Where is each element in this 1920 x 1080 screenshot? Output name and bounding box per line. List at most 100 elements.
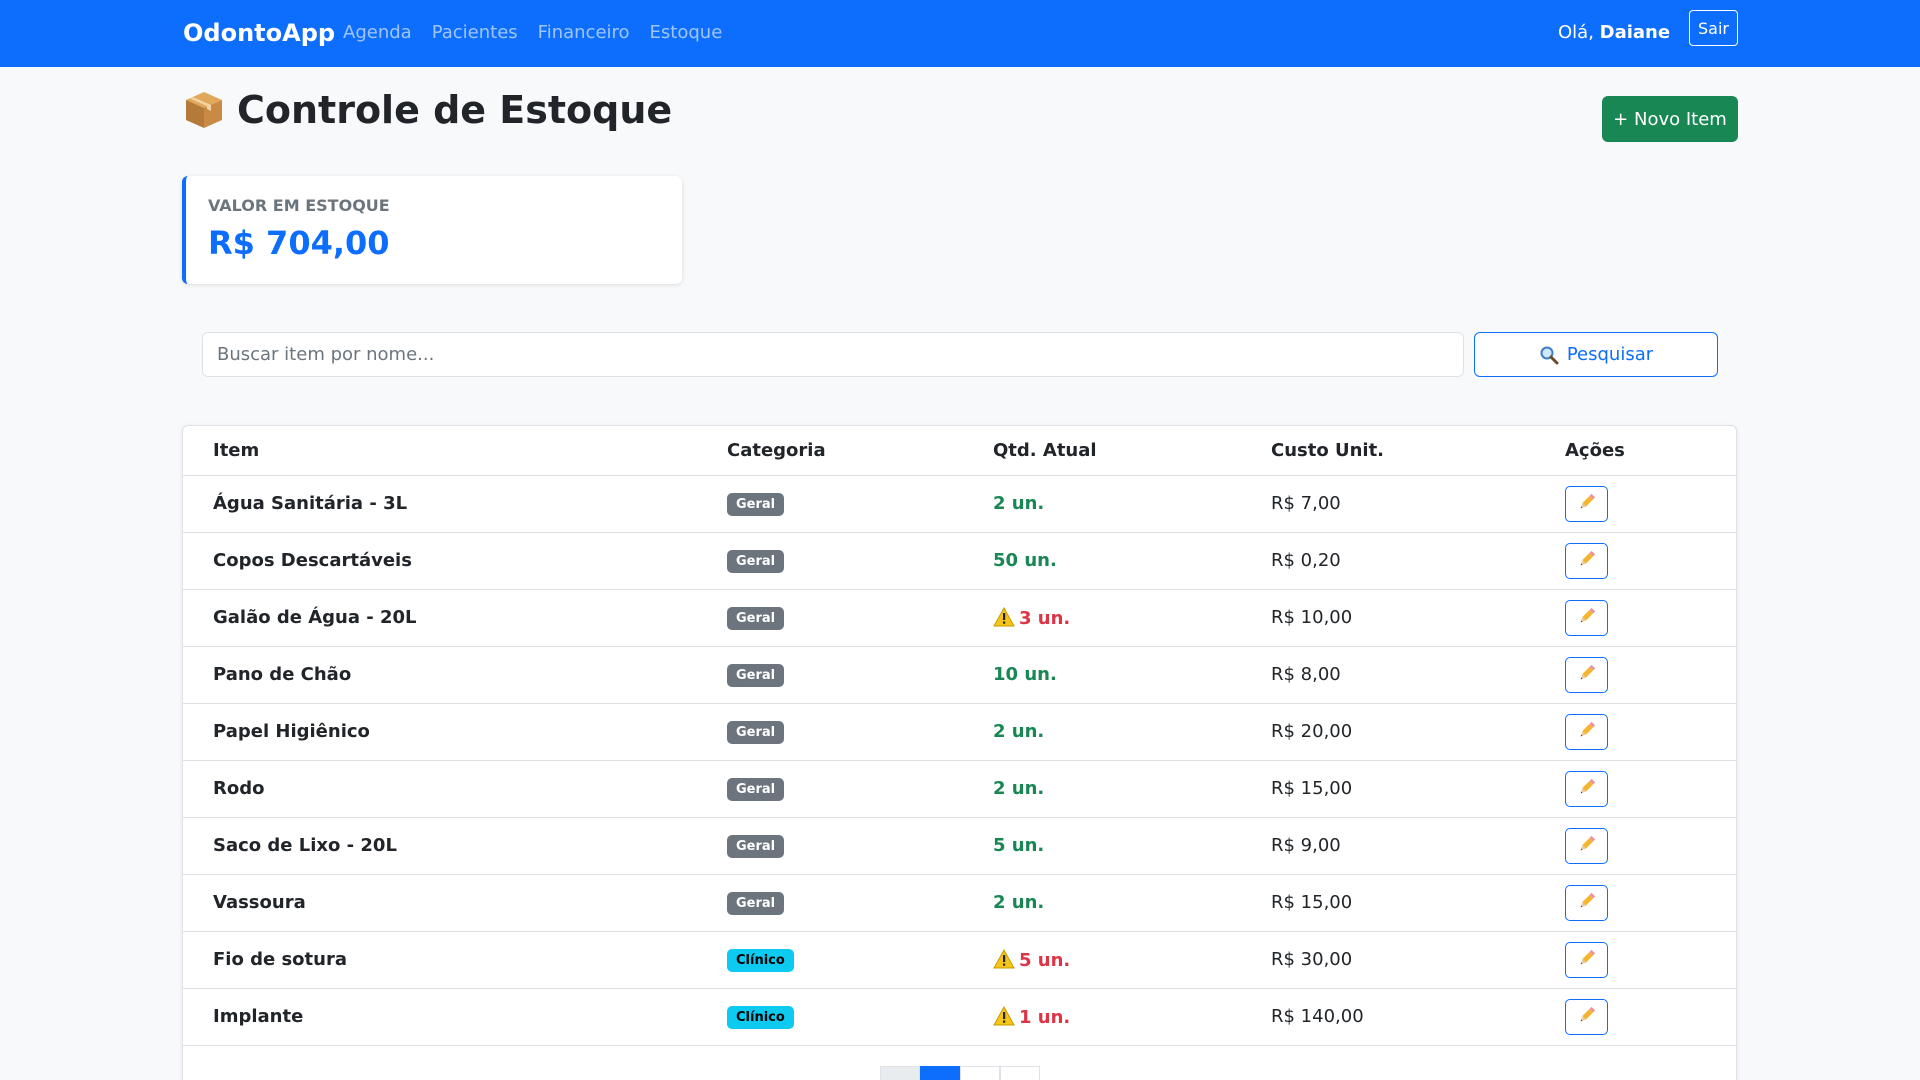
search-input[interactable] [202, 332, 1464, 377]
category-badge: Geral [727, 549, 785, 573]
category-badge: Geral [727, 891, 785, 915]
page-title: Controle de Estoque [183, 88, 672, 132]
column-header-quantity: Qtd. Atual [993, 426, 1271, 476]
warning-icon [993, 606, 1015, 627]
table-row: Água Sanitária - 3L Geral 2 un. R$ 7,00 [183, 475, 1736, 533]
unit-cost: R$ 0,20 [1271, 550, 1341, 571]
edit-item-button[interactable] [1565, 656, 1608, 693]
pencil-icon [1577, 777, 1597, 800]
category-badge: Geral [727, 663, 785, 687]
nav-link-pacientes[interactable]: Pacientes [432, 22, 518, 43]
search-button-label: Pesquisar [1566, 344, 1654, 365]
table-row: Fio de sotura Clínico 5 un. R$ 30,00 [183, 931, 1736, 989]
edit-item-button[interactable] [1565, 599, 1608, 636]
pagination-page-current[interactable] [920, 1066, 960, 1080]
pencil-icon [1577, 891, 1597, 914]
unit-cost: R$ 20,00 [1271, 721, 1353, 742]
pagination [880, 1066, 1040, 1080]
table-row: Papel Higiênico Geral 2 un. R$ 20,00 [183, 703, 1736, 761]
new-item-button[interactable]: + Novo Item [1602, 96, 1738, 142]
table-body: Água Sanitária - 3L Geral 2 un. R$ 7,00 Copo… [183, 475, 1736, 1046]
edit-item-button[interactable] [1565, 827, 1608, 864]
stock-value-label: VALOR EM ESTOQUE [208, 196, 390, 215]
column-header-category: Categoria [727, 426, 993, 476]
table-row: Vassoura Geral 2 un. R$ 15,00 [183, 874, 1736, 932]
page-title-text: Controle de Estoque [237, 88, 673, 132]
quantity-value: 2 un. [993, 493, 1045, 514]
pagination-next[interactable] [1000, 1066, 1040, 1080]
unit-cost: R$ 140,00 [1271, 1006, 1364, 1027]
pencil-icon [1577, 606, 1597, 629]
category-badge: Clínico [727, 948, 794, 972]
user-greeting: Olá, Daiane [1558, 22, 1670, 43]
warning-icon [993, 1005, 1015, 1026]
edit-item-button[interactable] [1565, 770, 1608, 807]
item-name: Copos Descartáveis [213, 550, 412, 571]
inventory-table: Item Categoria Qtd. Atual Custo Unit. Aç… [183, 426, 1736, 1046]
pagination-page[interactable] [960, 1066, 1000, 1080]
quantity-value: 50 un. [993, 550, 1057, 571]
pagination-previous[interactable] [880, 1066, 920, 1080]
table-row: Saco de Lixo - 20L Geral 5 un. R$ 9,00 [183, 817, 1736, 875]
edit-item-button[interactable] [1565, 542, 1608, 579]
quantity-value: 2 un. [993, 778, 1045, 799]
table-row: Rodo Geral 2 un. R$ 15,00 [183, 760, 1736, 818]
pencil-icon [1577, 663, 1597, 686]
quantity-value: 2 un. [993, 892, 1045, 913]
column-header-actions: Ações [1565, 426, 1736, 476]
item-name: Pano de Chão [213, 664, 352, 685]
edit-item-button[interactable] [1565, 713, 1608, 750]
search-button[interactable]: Pesquisar [1474, 332, 1718, 377]
pencil-icon [1577, 492, 1597, 515]
item-name: Galão de Água - 20L [213, 607, 417, 628]
pencil-icon [1577, 948, 1597, 971]
edit-item-button[interactable] [1565, 485, 1608, 522]
unit-cost: R$ 15,00 [1271, 892, 1353, 913]
greeting-prefix: Olá, [1558, 22, 1594, 43]
edit-item-button[interactable] [1565, 998, 1608, 1035]
nav-links: Agenda Pacientes Financeiro Estoque [343, 22, 742, 43]
column-header-item: Item [183, 426, 727, 476]
column-header-unit-cost: Custo Unit. [1271, 426, 1565, 476]
nav-link-estoque[interactable]: Estoque [650, 22, 723, 43]
logout-button[interactable]: Sair [1689, 10, 1738, 46]
quantity-value: 5 un. [1019, 949, 1071, 971]
unit-cost: R$ 7,00 [1271, 493, 1341, 514]
category-badge: Geral [727, 777, 785, 801]
unit-cost: R$ 8,00 [1271, 664, 1341, 685]
item-name: Saco de Lixo - 20L [213, 835, 397, 856]
user-name: Daiane [1599, 22, 1671, 43]
unit-cost: R$ 10,00 [1271, 607, 1353, 628]
item-name: Papel Higiênico [213, 721, 370, 742]
unit-cost: R$ 30,00 [1271, 949, 1353, 970]
table-row: Galão de Água - 20L Geral 3 un. R$ 10,00 [183, 589, 1736, 647]
pencil-icon [1577, 834, 1597, 857]
table-header-row: Item Categoria Qtd. Atual Custo Unit. Aç… [183, 426, 1736, 476]
quantity-value: 5 un. [993, 835, 1045, 856]
unit-cost: R$ 15,00 [1271, 778, 1353, 799]
item-name: Implante [213, 1006, 304, 1027]
category-badge: Clínico [727, 1005, 794, 1029]
edit-item-button[interactable] [1565, 941, 1608, 978]
stock-value: R$ 704,00 [208, 224, 390, 262]
category-badge: Geral [727, 720, 785, 744]
inventory-table-card: Item Categoria Qtd. Atual Custo Unit. Aç… [182, 425, 1737, 1080]
nav-link-financeiro[interactable]: Financeiro [538, 22, 630, 43]
category-badge: Geral [727, 606, 785, 630]
package-icon [183, 89, 225, 131]
table-row: Pano de Chão Geral 10 un. R$ 8,00 [183, 646, 1736, 704]
brand-logo[interactable]: OdontoApp [183, 19, 335, 47]
category-badge: Geral [727, 492, 785, 516]
quantity-value: 3 un. [1019, 607, 1071, 629]
quantity-value: 10 un. [993, 664, 1057, 685]
item-name: Rodo [213, 778, 265, 799]
item-name: Vassoura [213, 892, 306, 913]
unit-cost: R$ 9,00 [1271, 835, 1341, 856]
item-name: Fio de sotura [213, 949, 347, 970]
table-row: Copos Descartáveis Geral 50 un. R$ 0,20 [183, 532, 1736, 590]
quantity-value: 2 un. [993, 721, 1045, 742]
stock-value-card: VALOR EM ESTOQUE R$ 704,00 [182, 176, 682, 284]
nav-link-agenda[interactable]: Agenda [343, 22, 412, 43]
edit-item-button[interactable] [1565, 884, 1608, 921]
pencil-icon [1577, 1005, 1597, 1028]
